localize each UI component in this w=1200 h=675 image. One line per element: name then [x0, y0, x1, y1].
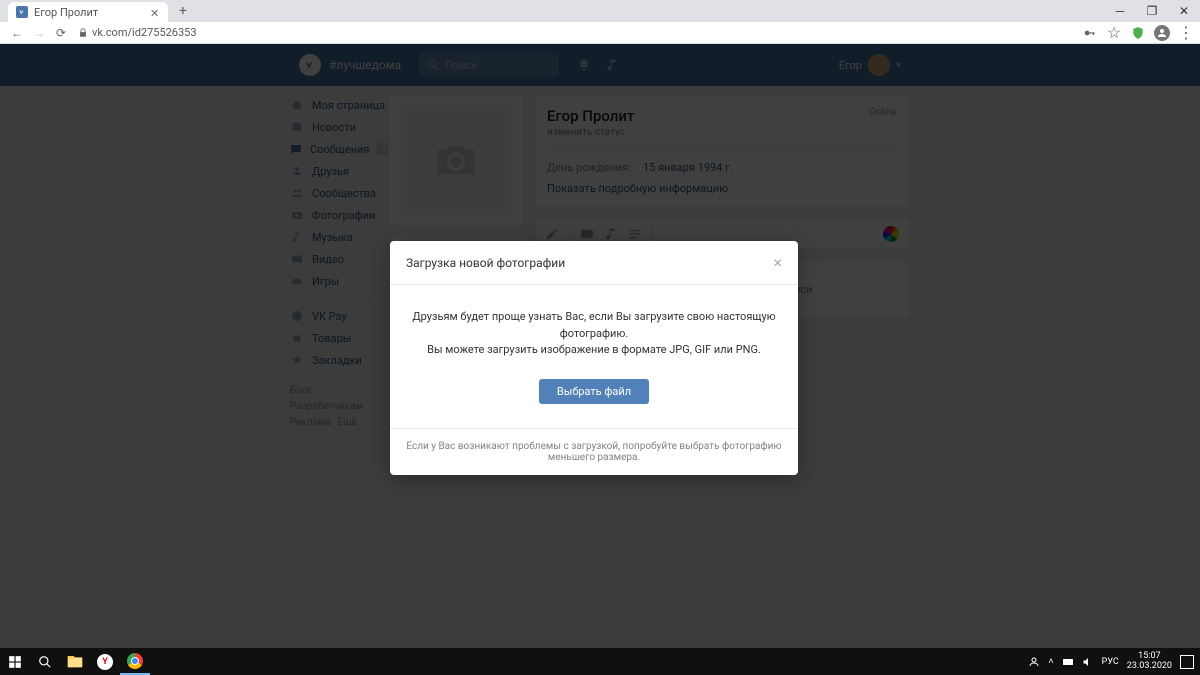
- choose-file-button[interactable]: Выбрать файл: [539, 379, 649, 404]
- modal-header: Загрузка новой фотографии ×: [390, 241, 798, 285]
- start-button[interactable]: [0, 648, 30, 675]
- new-tab-button[interactable]: +: [174, 2, 192, 20]
- modal-text-2: Вы можете загрузить изображение в формат…: [410, 342, 778, 359]
- address-bar-icons: ☆ ⋮: [1082, 25, 1194, 41]
- chrome-icon: [127, 653, 143, 669]
- tray-language[interactable]: РУС: [1102, 657, 1119, 667]
- url-field[interactable]: vk.com/id275526353: [78, 26, 1074, 39]
- tab-title: Егор Пролит: [34, 6, 146, 19]
- menu-icon[interactable]: ⋮: [1178, 25, 1194, 41]
- system-tray: ˄ РУС 15:07 23.03.2020: [1028, 652, 1200, 672]
- tab-close-icon[interactable]: ✕: [150, 7, 160, 17]
- browser-tab[interactable]: Егор Пролит ✕: [8, 2, 168, 22]
- tray-date: 23.03.2020: [1127, 662, 1172, 672]
- tray-chevron-up-icon[interactable]: ˄: [1048, 656, 1053, 667]
- taskbar-yandex[interactable]: Y: [90, 648, 120, 675]
- vk-favicon: [16, 6, 28, 18]
- taskbar-search[interactable]: [30, 648, 60, 675]
- maximize-button[interactable]: ❐: [1136, 0, 1168, 22]
- profile-avatar-icon[interactable]: [1154, 25, 1170, 41]
- address-bar: ← → ⟳ vk.com/id275526353 ☆ ⋮: [0, 22, 1200, 44]
- close-window-button[interactable]: ✕: [1168, 0, 1200, 22]
- upload-photo-modal: Загрузка новой фотографии × Друзьям буде…: [390, 241, 798, 475]
- forward-button[interactable]: →: [28, 22, 50, 44]
- modal-footer: Если у Вас возникают проблемы с загрузко…: [390, 428, 798, 475]
- shield-icon[interactable]: [1130, 25, 1146, 41]
- page-viewport: #лучшедома Поиск Егор ▾ Моя страница Нов…: [0, 44, 1200, 648]
- tray-people-icon[interactable]: [1028, 656, 1040, 668]
- modal-title: Загрузка новой фотографии: [406, 256, 565, 270]
- star-icon[interactable]: ☆: [1106, 25, 1122, 41]
- tray-clock[interactable]: 15:07 23.03.2020: [1127, 652, 1172, 672]
- reload-button[interactable]: ⟳: [50, 22, 72, 44]
- tray-notifications-icon[interactable]: [1180, 655, 1194, 669]
- tray-volume-icon[interactable]: [1082, 656, 1094, 668]
- url-text: vk.com/id275526353: [92, 26, 197, 39]
- modal-text-1: Друзьям будет проще узнать Вас, если Вы …: [410, 309, 778, 342]
- yandex-icon: Y: [97, 654, 113, 670]
- taskbar-chrome[interactable]: [120, 648, 150, 675]
- windows-taskbar: Y ˄ РУС 15:07 23.03.2020: [0, 648, 1200, 675]
- tray-network-icon[interactable]: [1062, 656, 1074, 668]
- key-icon[interactable]: [1082, 25, 1098, 41]
- modal-close-button[interactable]: ×: [773, 253, 782, 272]
- back-button[interactable]: ←: [6, 22, 28, 44]
- window-controls: ─ ❐ ✕: [1104, 0, 1200, 22]
- lock-icon: [78, 28, 88, 38]
- browser-tab-bar: Егор Пролит ✕ + ─ ❐ ✕: [0, 0, 1200, 22]
- taskbar-explorer[interactable]: [60, 648, 90, 675]
- modal-body: Друзьям будет проще узнать Вас, если Вы …: [390, 285, 798, 428]
- minimize-button[interactable]: ─: [1104, 0, 1136, 22]
